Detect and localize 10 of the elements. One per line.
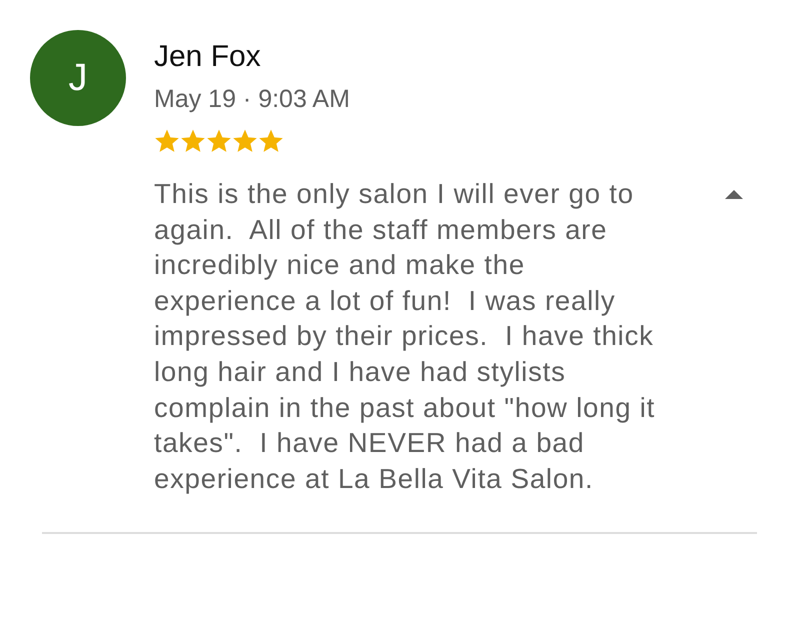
avatar: J [30,30,126,126]
star-icon [180,128,206,154]
review-date: May 19 · 9:03 AM [154,84,351,114]
review-text: This is the only salon I will ever go to again. All of the staff members are incredibly nice and make the experience a lot of fun! I was really impressed by their prices. I have thick long hair and I have had stylists complain in the past about "how long it takes". I have NEVER had a bad experience at La Bella Vita Salon. [154,177,656,496]
star-icon [232,128,258,154]
star-icon [206,128,232,154]
author-name: Jen Fox [154,39,262,75]
star-icon [258,128,284,154]
star-icon [154,128,180,154]
caret-icon[interactable] [725,190,743,199]
